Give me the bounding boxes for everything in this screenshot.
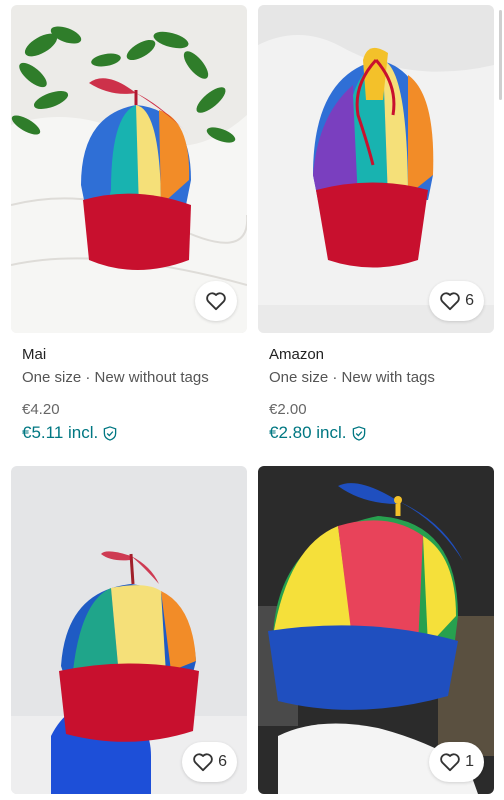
product-card[interactable]: 1 (258, 466, 494, 794)
product-card[interactable]: 6 Amazon One size · New with tags €2.00 … (258, 5, 494, 444)
product-info: Mai One size · New without tags €4.20 €5… (11, 333, 247, 444)
product-photo[interactable]: 6 (258, 5, 494, 333)
heart-outline-icon (440, 753, 460, 772)
price-incl-label: €2.80 incl. (269, 423, 347, 442)
product-card[interactable]: 6 (11, 466, 247, 794)
scrollbar[interactable] (499, 10, 502, 100)
heart-outline-icon (440, 292, 460, 311)
product-info: Amazon One size · New with tags €2.00 €2… (258, 333, 494, 444)
product-meta: One size · New with tags (269, 369, 435, 386)
favorite-button[interactable]: 1 (429, 742, 484, 782)
product-meta: One size · New without tags (22, 369, 209, 386)
product-brand: Mai (22, 346, 47, 363)
favorite-count: 6 (218, 753, 227, 770)
product-photo[interactable] (11, 5, 247, 333)
price-incl-label: €5.11 incl. (22, 423, 99, 442)
product-grid: Mai One size · New without tags €4.20 €5… (0, 0, 504, 800)
product-price: €2.00 (269, 401, 307, 418)
product-card[interactable]: Mai One size · New without tags €4.20 €5… (11, 5, 247, 444)
favorite-button[interactable]: 6 (182, 742, 237, 782)
shield-check-icon (103, 425, 117, 441)
favorite-button[interactable]: 6 (429, 281, 484, 321)
price-incl-protection[interactable]: €2.80 incl. (269, 422, 494, 444)
heart-outline-icon (193, 753, 213, 772)
product-photo[interactable]: 1 (258, 466, 494, 794)
favorite-button[interactable] (195, 281, 237, 321)
product-photo[interactable]: 6 (11, 466, 247, 794)
shield-check-icon (352, 425, 365, 441)
favorite-count: 6 (465, 292, 474, 309)
favorite-count: 1 (465, 753, 474, 770)
product-brand: Amazon (269, 346, 325, 363)
product-price: €4.20 (22, 401, 60, 418)
price-incl-protection[interactable]: €5.11 incl. (22, 422, 247, 444)
heart-outline-icon (206, 292, 226, 311)
